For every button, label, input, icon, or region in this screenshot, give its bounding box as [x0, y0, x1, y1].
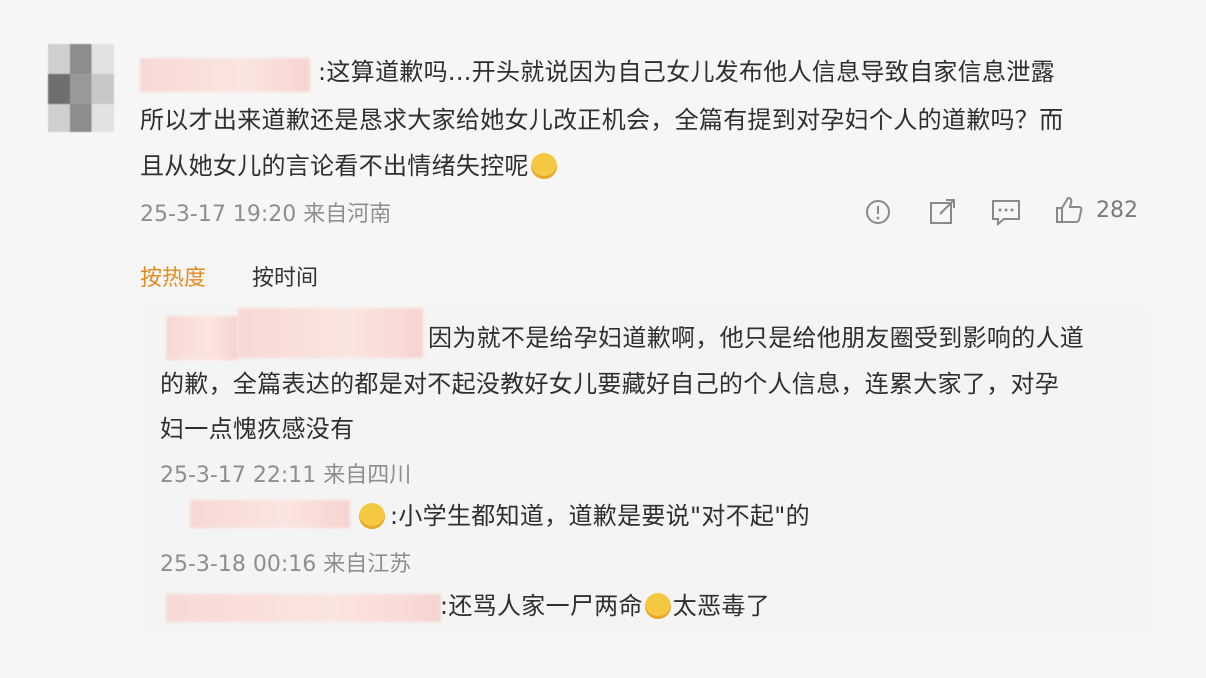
like-icon[interactable]: [1054, 195, 1084, 225]
reply-3-line-1: :还骂人家一尸两命 太恶毒了: [440, 584, 770, 629]
shocked-emoji-icon: [644, 593, 671, 619]
comment-timestamp: 25-3-17 19:20 来自河南: [140, 202, 392, 227]
username-blurred[interactable]: [140, 58, 310, 92]
info-icon[interactable]: [864, 198, 892, 226]
reply-2-timestamp: 25-3-18 00:16 来自江苏: [160, 552, 412, 577]
tab-sort-hot[interactable]: 按热度: [140, 260, 206, 292]
comment-card: :这算道歉吗...开头就说因为自己女儿发布他人信息导致自家信息泄露 所以才出来道…: [0, 0, 1206, 678]
comment-line-3-text: 且从她女儿的言论看不出情绪失控呢: [140, 152, 529, 180]
reply-1-line-3: 妇一点愧疚感没有: [160, 415, 355, 443]
avatar[interactable]: [48, 44, 114, 132]
laugh-cry-emoji-icon: [530, 153, 557, 179]
reply-1-timestamp: 25-3-17 22:11 来自四川: [160, 463, 412, 488]
comment-icon[interactable]: [990, 197, 1022, 227]
reply-1-username-blurred[interactable]: [166, 316, 238, 360]
share-icon[interactable]: [928, 196, 958, 226]
tab-sort-time[interactable]: 按时间: [252, 260, 318, 292]
comment-line-3: 且从她女儿的言论看不出情绪失控呢: [140, 144, 559, 189]
reply-1-username-blurred-2[interactable]: [238, 308, 423, 358]
reply-2-username-blurred[interactable]: [190, 500, 350, 528]
reply-3-username-blurred[interactable]: [166, 594, 441, 622]
comment-line-2: 所以才出来道歉还是恳求大家给她女儿改正机会，全篇有提到对孕妇个人的道歉吗？而: [140, 106, 1064, 134]
reply-3-text-b: 太恶毒了: [672, 592, 770, 620]
reply-2-badge-icon: [359, 503, 385, 529]
reply-3-text-a: :还骂人家一尸两命: [440, 592, 643, 620]
comment-line-1: :这算道歉吗...开头就说因为自己女儿发布他人信息导致自家信息泄露: [318, 58, 1055, 86]
reply-1-line-2: 的歉，全篇表达的都是对不起没教好女儿要藏好自己的个人信息，连累大家了，对孕: [160, 370, 1060, 398]
like-count: 282: [1096, 198, 1138, 223]
reply-1-line-1: 因为就不是给孕妇道歉啊，他只是给他朋友圈受到影响的人道: [428, 324, 1085, 352]
reply-2-line-1: :小学生都知道，道歉是要说"对不起"的: [390, 502, 810, 530]
